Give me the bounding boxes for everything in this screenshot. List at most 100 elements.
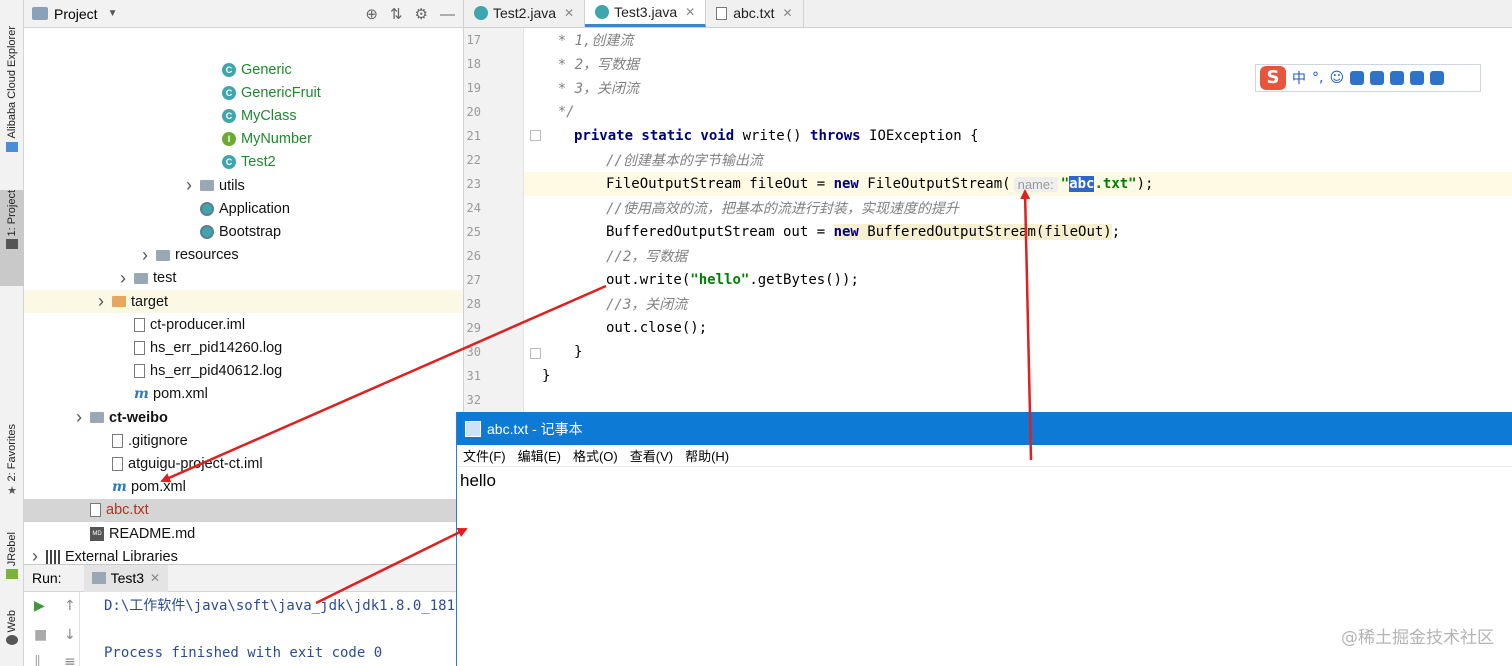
code-line[interactable]: //使用高效的流，把基本的流进行封装，实现速度的提升 bbox=[524, 196, 1512, 220]
tree-item[interactable]: atguigu-project-ct.iml bbox=[24, 452, 463, 475]
notepad-menubar: 文件(F) 编辑(E) 格式(O) 查看(V) 帮助(H) bbox=[457, 445, 1512, 467]
code-line[interactable]: //创建基本的字节输出流 bbox=[524, 148, 1512, 172]
notepad-titlebar[interactable]: abc.txt - 记事本 bbox=[457, 412, 1512, 445]
tree-item[interactable]: MD README.md bbox=[24, 522, 463, 545]
menu-format[interactable]: 格式(O) bbox=[573, 446, 618, 465]
run-tab-test3[interactable]: Test3 ✕ bbox=[83, 564, 169, 592]
soft-wrap-icon[interactable]: ≡ bbox=[64, 654, 76, 666]
code-line-current[interactable]: FileOutputStream fileOut = new FileOutpu… bbox=[524, 172, 1512, 196]
chevron-right-icon[interactable]: › bbox=[138, 245, 152, 266]
chevron-right-icon[interactable]: › bbox=[72, 407, 86, 428]
chevron-down-icon[interactable]: ▼ bbox=[108, 8, 118, 19]
close-icon[interactable]: ✕ bbox=[685, 5, 695, 19]
tree-item-label: Generic bbox=[241, 61, 292, 78]
tree-item[interactable]: C Generic bbox=[24, 58, 463, 81]
tab-abc-txt[interactable]: abc.txt ✕ bbox=[706, 0, 804, 27]
tree-item[interactable]: Bootstrap bbox=[24, 220, 463, 243]
watermark: @稀土掘金技术社区 bbox=[1341, 628, 1494, 648]
tree-item[interactable]: hs_err_pid14260.log bbox=[24, 336, 463, 359]
notepad-text-area[interactable]: hello bbox=[457, 467, 1512, 495]
tree-item[interactable]: Application bbox=[24, 197, 463, 220]
chevron-right-icon[interactable]: › bbox=[28, 546, 42, 564]
pause-icon[interactable]: ‖ bbox=[34, 654, 41, 666]
chevron-right-icon[interactable]: › bbox=[182, 175, 196, 196]
close-icon[interactable]: ✕ bbox=[150, 571, 160, 585]
app-class-icon bbox=[200, 201, 214, 216]
code-line[interactable]: * 1,创建流 bbox=[524, 28, 1512, 52]
file-icon bbox=[112, 456, 123, 471]
tree-item[interactable]: › target bbox=[24, 290, 463, 313]
rerun-icon[interactable]: ▶ bbox=[34, 598, 45, 614]
stop-icon[interactable]: ■ bbox=[34, 627, 47, 643]
ime-mode-chinese[interactable]: 中 bbox=[1292, 68, 1306, 88]
tree-item[interactable]: .gitignore bbox=[24, 429, 463, 452]
tree-item-label: hs_err_pid14260.log bbox=[150, 339, 283, 356]
scroll-down-icon[interactable]: ↓ bbox=[64, 627, 76, 643]
tree-item[interactable]: › utils bbox=[24, 174, 463, 197]
code-line[interactable]: } bbox=[524, 340, 1512, 364]
collapse-all-icon[interactable]: ⇅ bbox=[390, 5, 403, 23]
tool-tab-jrebel[interactable]: JRebel bbox=[0, 532, 24, 592]
locate-icon[interactable]: ⊕ bbox=[365, 5, 378, 23]
tree-item[interactable]: C GenericFruit bbox=[24, 81, 463, 104]
close-icon[interactable]: ✕ bbox=[782, 6, 792, 20]
emoji-icon[interactable]: ☺ bbox=[1329, 70, 1344, 86]
code-line[interactable]: } bbox=[524, 364, 1512, 388]
user-icon[interactable] bbox=[1390, 71, 1405, 85]
menu-file[interactable]: 文件(F) bbox=[463, 446, 506, 465]
chevron-right-icon[interactable]: › bbox=[94, 291, 108, 312]
tree-item[interactable]: › test bbox=[24, 267, 463, 290]
ime-punctuation[interactable]: °, bbox=[1312, 70, 1323, 86]
tree-item[interactable]: › External Libraries bbox=[24, 545, 463, 564]
folder-icon bbox=[134, 272, 148, 284]
project-view-selector[interactable]: Project bbox=[54, 6, 98, 22]
code-line[interactable]: */ bbox=[524, 100, 1512, 124]
code-line[interactable]: BufferedOutputStream out = new BufferedO… bbox=[524, 220, 1512, 244]
tab-label: abc.txt bbox=[733, 5, 775, 21]
tree-item[interactable]: I MyNumber bbox=[24, 128, 463, 151]
code-line[interactable]: private static void write() throws IOExc… bbox=[524, 124, 1512, 148]
code-line[interactable]: //2，写数据 bbox=[524, 244, 1512, 268]
folder-icon bbox=[200, 180, 214, 191]
code-line[interactable]: out.write("hello" .getBytes()); bbox=[524, 268, 1512, 292]
toolbox-icon[interactable] bbox=[1430, 71, 1445, 85]
keyboard-icon[interactable] bbox=[1370, 71, 1385, 85]
scroll-up-icon[interactable]: ↑ bbox=[64, 598, 76, 614]
microphone-icon[interactable] bbox=[1350, 71, 1365, 85]
menu-edit[interactable]: 编辑(E) bbox=[518, 446, 561, 465]
chevron-right-icon[interactable]: › bbox=[116, 268, 130, 289]
run-output-line: D:\工作软件\java\soft\java_jdk\jdk1.8.0_181\ bbox=[104, 598, 464, 614]
tree-item[interactable]: hs_err_pid40612.log bbox=[24, 360, 463, 383]
line-number: 27 bbox=[466, 273, 481, 287]
code-line[interactable]: //3，关闭流 bbox=[524, 292, 1512, 316]
tool-tab-favorites[interactable]: 2: Favorites ★ bbox=[0, 424, 24, 508]
tree-item[interactable]: m pom.xml bbox=[24, 383, 463, 406]
tree-item[interactable]: m pom.xml bbox=[24, 476, 463, 499]
file-icon bbox=[112, 433, 123, 448]
skin-icon[interactable] bbox=[1410, 71, 1425, 85]
ime-toolbar: S 中 °, ☺ bbox=[1255, 64, 1481, 92]
tree-item[interactable]: C MyClass bbox=[24, 104, 463, 127]
menu-help[interactable]: 帮助(H) bbox=[685, 446, 729, 465]
class-icon bbox=[474, 6, 488, 20]
tree-item[interactable]: abc.txt bbox=[24, 498, 463, 522]
tool-tab-alibaba-cloud[interactable]: Alibaba Cloud Explorer bbox=[0, 26, 24, 176]
sogou-logo-icon[interactable]: S bbox=[1260, 66, 1286, 90]
tool-tab-project[interactable]: 1: Project bbox=[0, 190, 24, 286]
tab-label: Test2.java bbox=[493, 5, 557, 21]
tree-item[interactable]: › ct-weibo bbox=[24, 406, 463, 429]
tree-item[interactable]: C Test2 bbox=[24, 151, 463, 174]
tree-item[interactable]: › resources bbox=[24, 244, 463, 267]
run-output-line bbox=[104, 622, 463, 645]
tool-tab-web[interactable]: Web bbox=[0, 610, 24, 666]
tab-test2-java[interactable]: Test2.java ✕ bbox=[464, 0, 586, 27]
menu-view[interactable]: 查看(V) bbox=[630, 446, 673, 465]
hide-icon[interactable]: — bbox=[440, 6, 455, 23]
tab-test3-java[interactable]: Test3.java ✕ bbox=[585, 0, 707, 27]
close-icon[interactable]: ✕ bbox=[564, 6, 574, 20]
folder-icon bbox=[6, 239, 18, 250]
code-line[interactable]: out.close(); bbox=[524, 316, 1512, 340]
tree-item[interactable]: ct-producer.iml bbox=[24, 313, 463, 336]
code-line[interactable] bbox=[524, 388, 1512, 412]
gear-icon[interactable]: ⚙ bbox=[415, 5, 428, 23]
